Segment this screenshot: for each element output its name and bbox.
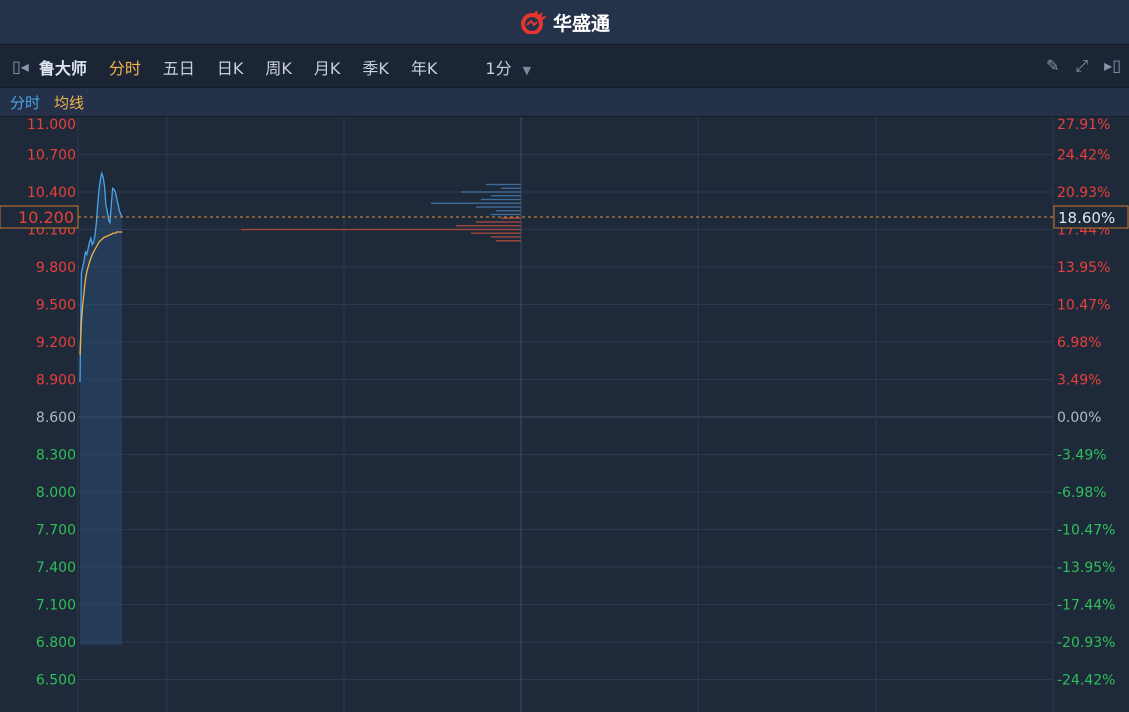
volume-profile-bar xyxy=(476,206,521,208)
y-tick-label: 6.800 xyxy=(36,635,76,651)
tab-quarterly-k[interactable]: 季K xyxy=(362,55,389,79)
volume-profile-bar xyxy=(481,198,521,201)
volume-profile-bar xyxy=(501,217,521,219)
y-tick-label: 6.500 xyxy=(36,673,76,689)
volume-profile-bar xyxy=(456,225,521,227)
y-tick-label: 9.500 xyxy=(36,298,76,314)
legend-avg[interactable]: 均线 xyxy=(54,92,84,113)
tab-intraday[interactable]: 分时 xyxy=(109,55,141,79)
pct-tick-label: -24.42% xyxy=(1057,673,1115,689)
intraday-chart[interactable]: 11.000 27.91%10.700 24.42%10.400 20.93%10.1… xyxy=(0,117,1129,712)
pct-tick-label: -6.98% xyxy=(1057,485,1107,501)
tab-five-day[interactable]: 五日 xyxy=(163,55,195,79)
pct-tick-label: 13.95% xyxy=(1057,260,1110,276)
legend-price[interactable]: 分时 xyxy=(10,92,40,113)
y-tick-label: 9.200 xyxy=(36,335,76,351)
pct-tick-label: 24.42% xyxy=(1057,148,1110,164)
volume-profile-bar xyxy=(486,183,521,186)
current-price-value: 10.200 xyxy=(18,208,74,227)
pct-tick-label: 0.00% xyxy=(1057,410,1101,426)
y-tick-label: 11.000 xyxy=(27,117,76,133)
volume-profile-bar xyxy=(491,195,521,197)
volume-profile-bar xyxy=(501,187,521,189)
y-tick-label: 8.000 xyxy=(36,485,76,501)
tab-yearly-k[interactable]: 年K xyxy=(411,55,438,79)
pencil-icon[interactable]: ✎ xyxy=(1046,56,1059,76)
pct-tick-label: -17.44% xyxy=(1057,598,1115,614)
volume-profile-bar xyxy=(491,236,521,238)
current-change-value: 18.60% xyxy=(1058,209,1115,227)
y-tick-label: 7.700 xyxy=(36,523,76,539)
toolbar: ▯◂ 鲁大师 分时 五日 日K 周K 月K 季K 年K 1分 ▼ ✎ ⤢ ▸▯ xyxy=(0,46,1129,88)
chevron-down-icon: ▼ xyxy=(522,63,532,77)
y-tick-label: 8.600 xyxy=(36,410,76,426)
y-tick-label: 8.900 xyxy=(36,373,76,389)
pct-tick-label: 27.91% xyxy=(1057,117,1110,133)
volume-profile-bar xyxy=(496,240,521,242)
app-logo: 华盛通 xyxy=(519,9,610,36)
volume-profile-bar xyxy=(471,232,521,234)
y-tick-label: 10.700 xyxy=(27,148,76,164)
pct-tick-label: -3.49% xyxy=(1057,448,1107,464)
interval-select[interactable]: 1分 ▼ xyxy=(485,55,531,79)
price-area-fill xyxy=(80,173,123,645)
volume-profile-bar xyxy=(241,228,521,231)
pct-tick-label: 6.98% xyxy=(1057,335,1101,351)
logo-icon xyxy=(520,10,547,34)
volume-profile-bar xyxy=(476,221,521,223)
y-tick-label: 9.800 xyxy=(36,260,76,276)
y-tick-label: 7.100 xyxy=(36,598,76,614)
pct-tick-label: 10.47% xyxy=(1057,298,1110,314)
chart-legend: 分时 均线 xyxy=(0,88,1129,117)
interval-value: 1分 xyxy=(485,58,512,78)
volume-profile-bar xyxy=(496,210,521,212)
tab-monthly-k[interactable]: 月K xyxy=(314,55,341,79)
collapse-right-icon[interactable]: ▸▯ xyxy=(1104,56,1121,76)
stock-name[interactable]: 鲁大师 xyxy=(39,55,87,79)
y-tick-label: 8.300 xyxy=(36,448,76,464)
app-title: 华盛通 xyxy=(552,12,610,35)
pct-tick-label: -13.95% xyxy=(1057,560,1115,576)
volume-profile-bar xyxy=(491,213,521,216)
title-bar: 华盛通 xyxy=(0,0,1129,45)
volume-profile-bar xyxy=(431,202,521,204)
pct-tick-label: -10.47% xyxy=(1057,523,1115,539)
pct-tick-label: 3.49% xyxy=(1057,373,1101,389)
fullscreen-icon[interactable]: ⤢ xyxy=(1075,56,1088,76)
y-tick-label: 7.400 xyxy=(36,560,76,576)
pct-tick-label: -20.93% xyxy=(1057,635,1115,651)
tab-daily-k[interactable]: 日K xyxy=(217,55,244,79)
volume-profile-bar xyxy=(461,191,521,193)
pct-tick-label: 20.93% xyxy=(1057,185,1110,201)
tab-weekly-k[interactable]: 周K xyxy=(265,55,292,79)
collapse-left-icon[interactable]: ▯◂ xyxy=(12,57,29,76)
y-tick-label: 10.400 xyxy=(27,185,76,201)
